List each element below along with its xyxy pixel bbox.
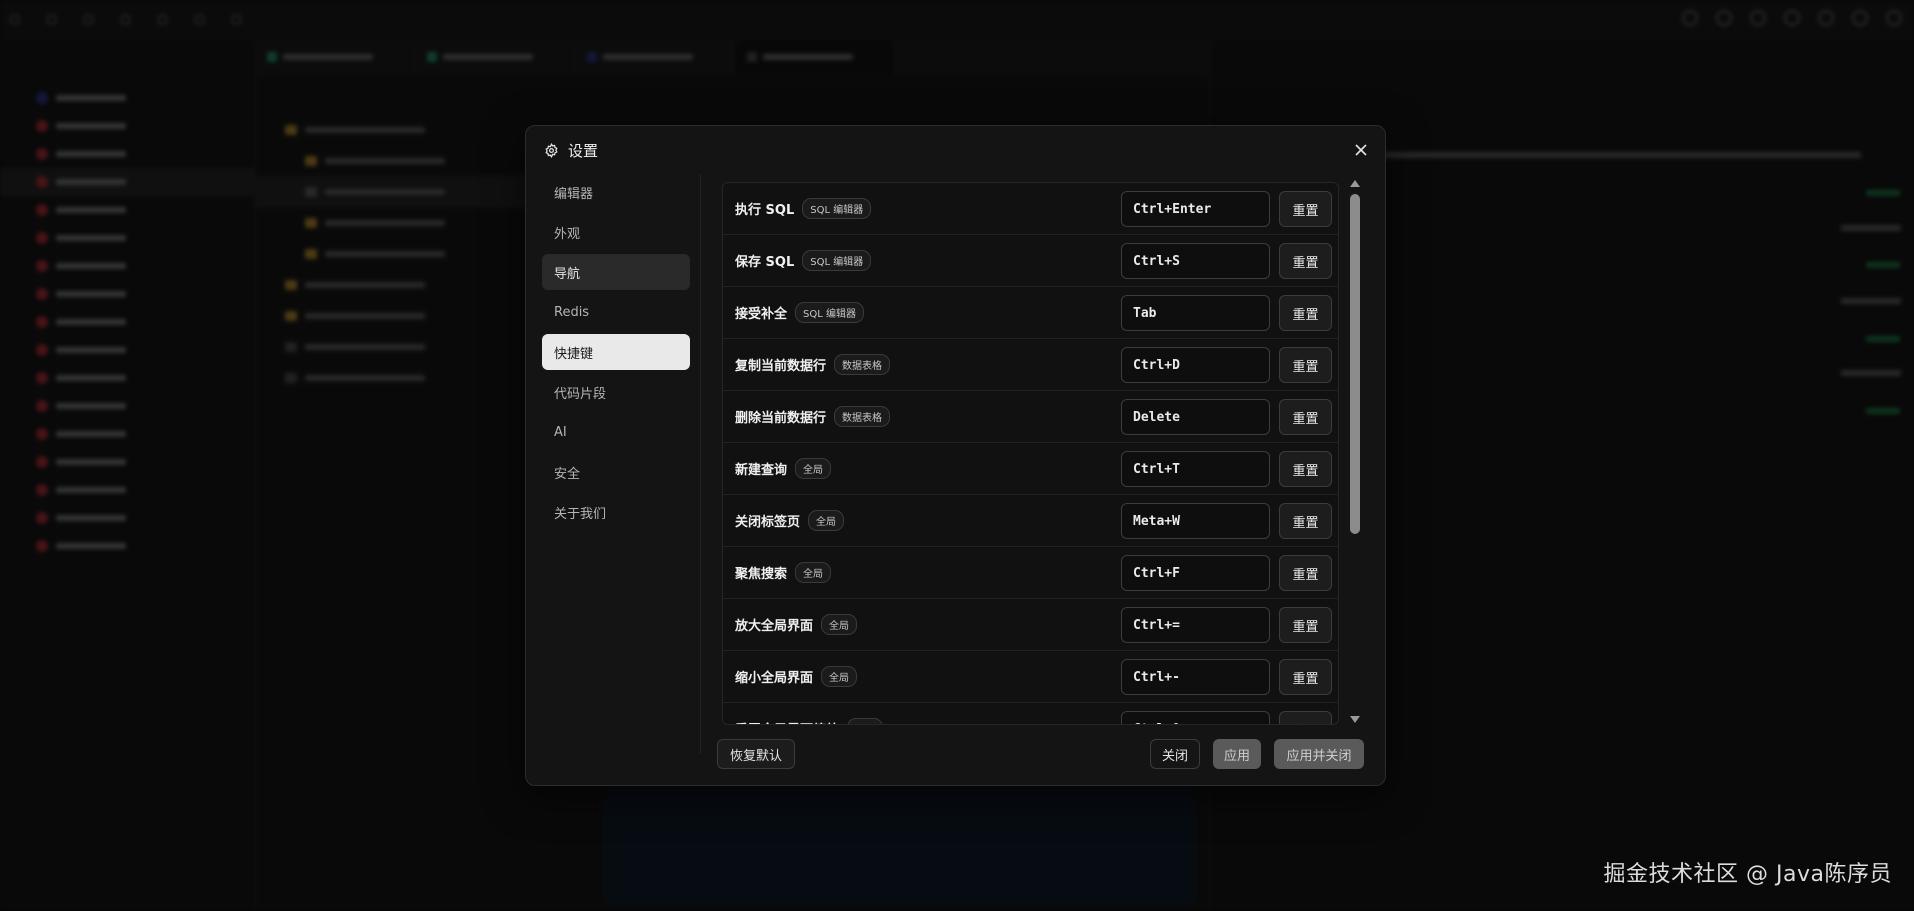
nav-item[interactable]: 外观 — [542, 214, 690, 250]
apply-and-close-button[interactable]: 应用并关闭 — [1274, 739, 1364, 769]
shortcut-key-input[interactable]: Tab — [1121, 295, 1270, 331]
reset-shortcut-button[interactable]: 重置 — [1279, 399, 1332, 435]
reset-shortcut-button[interactable]: 重置 — [1279, 451, 1332, 487]
apply-button[interactable]: 应用 — [1213, 739, 1261, 769]
reset-shortcut-button[interactable]: 重置 — [1279, 243, 1332, 279]
shortcut-key-input[interactable]: Ctrl+D — [1121, 347, 1270, 383]
shortcut-row: 接受补全 SQL 编辑器 Tab 重置 — [723, 287, 1338, 339]
shortcut-row: 聚焦搜索 全局 Ctrl+F 重置 — [723, 547, 1338, 599]
nav-item[interactable]: 导航 — [542, 254, 690, 290]
nav-item[interactable]: AI — [542, 414, 690, 450]
shortcut-row: 执行 SQL SQL 编辑器 Ctrl+Enter 重置 — [723, 183, 1338, 235]
scope-badge: 全局 — [795, 562, 832, 583]
gear-icon — [544, 142, 559, 158]
shortcut-key-input[interactable]: Meta+W — [1121, 503, 1270, 539]
nav-item[interactable]: 安全 — [542, 454, 690, 490]
nav-item[interactable]: Redis — [542, 294, 690, 330]
reset-shortcut-button[interactable]: 重置 — [1279, 347, 1332, 383]
reset-shortcut-button[interactable]: 重置 — [1279, 711, 1332, 724]
shortcut-row: 放大全局界面 全局 Ctrl+= 重置 — [723, 599, 1338, 651]
shortcut-list: 执行 SQL SQL 编辑器 Ctrl+Enter 重置 保存 SQL SQL 编辑器 Ct… — [722, 182, 1339, 725]
shortcut-name: 新建查询 — [735, 463, 788, 478]
restore-default-button[interactable]: 恢复默认 — [717, 739, 795, 769]
divider — [700, 174, 701, 754]
dialog-header: 设置 — [526, 126, 1385, 174]
shortcut-key-input[interactable]: Ctrl+Enter — [1121, 191, 1270, 227]
scope-badge: 数据表格 — [834, 406, 891, 427]
shortcut-key-input[interactable]: Ctrl+= — [1121, 607, 1270, 643]
reset-shortcut-button[interactable]: 重置 — [1279, 295, 1332, 331]
shortcut-row: 缩小全局界面 全局 Ctrl+- 重置 — [723, 651, 1338, 703]
shortcut-key-input[interactable]: Ctrl+F — [1121, 555, 1270, 591]
nav-item[interactable]: 快捷键 — [542, 334, 690, 370]
shortcut-row: 新建查询 全局 Ctrl+T 重置 — [723, 443, 1338, 495]
shortcut-key-input[interactable]: Ctrl+- — [1121, 659, 1270, 695]
shortcut-name: 重置全局界面缩放 — [735, 719, 839, 724]
scope-badge: SQL 编辑器 — [802, 198, 872, 219]
scope-badge: 全局 — [847, 718, 884, 724]
reset-shortcut-button[interactable]: 重置 — [1279, 607, 1332, 643]
close-icon — [1355, 141, 1367, 160]
close-button[interactable] — [1349, 138, 1373, 162]
nav-item[interactable]: 代码片段 — [542, 374, 690, 410]
shortcut-row: 关闭标签页 全局 Meta+W 重置 — [723, 495, 1338, 547]
shortcut-row: 保存 SQL SQL 编辑器 Ctrl+S 重置 — [723, 235, 1338, 287]
dialog-title: 设置 — [568, 141, 599, 160]
scope-badge: SQL 编辑器 — [795, 302, 864, 323]
reset-shortcut-button[interactable]: 重置 — [1279, 659, 1332, 695]
shortcut-row: 删除当前数据行 数据表格 Delete 重置 — [723, 391, 1338, 443]
shortcut-row: 复制当前数据行 数据表格 Ctrl+D 重置 — [723, 339, 1338, 391]
scroll-thumb[interactable] — [1350, 194, 1360, 534]
scope-badge: 全局 — [821, 614, 858, 635]
shortcut-name: 执行 SQL — [735, 203, 795, 218]
watermark: 掘金技术社区 @ Java陈序员 — [1603, 862, 1892, 887]
shortcut-name: 放大全局界面 — [735, 619, 814, 634]
scope-badge: 全局 — [821, 666, 858, 687]
reset-shortcut-button[interactable]: 重置 — [1279, 555, 1332, 591]
shortcut-key-input[interactable]: Ctrl+T — [1121, 451, 1270, 487]
reset-shortcut-button[interactable]: 重置 — [1279, 191, 1332, 227]
shortcut-key-input[interactable]: Delete — [1121, 399, 1270, 435]
nav-item[interactable]: 关于我们 — [542, 494, 690, 530]
scope-badge: 全局 — [795, 458, 832, 479]
shortcut-key-input[interactable]: Ctrl+0 — [1121, 711, 1270, 724]
shortcut-name: 接受补全 — [735, 307, 788, 322]
shortcut-name: 复制当前数据行 — [735, 359, 827, 374]
shortcut-name: 删除当前数据行 — [735, 411, 827, 426]
scroll-down-arrow-icon[interactable] — [1350, 716, 1360, 723]
scrollbar[interactable] — [1348, 178, 1362, 725]
reset-shortcut-button[interactable]: 重置 — [1279, 503, 1332, 539]
shortcut-name: 缩小全局界面 — [735, 671, 814, 686]
shortcut-key-input[interactable]: Ctrl+S — [1121, 243, 1270, 279]
settings-nav: 编辑器外观导航 Redis 快捷键代码片段 AI 安全关于我们 — [542, 174, 690, 694]
nav-item[interactable]: 编辑器 — [542, 174, 690, 210]
close-dialog-button[interactable]: 关闭 — [1150, 739, 1200, 769]
scroll-up-arrow-icon[interactable] — [1350, 180, 1360, 187]
scope-badge: 数据表格 — [834, 354, 891, 375]
scope-badge: SQL 编辑器 — [802, 250, 872, 271]
shortcut-row: 重置全局界面缩放 全局 Ctrl+0 重置 — [723, 703, 1338, 724]
scope-badge: 全局 — [808, 510, 845, 531]
settings-dialog: 设置 编辑器外观导航 Redis 快捷键代码片段 AI 安全关于我们 执行 SQL SQL… — [525, 125, 1386, 786]
shortcut-name: 聚焦搜索 — [735, 567, 788, 582]
shortcut-name: 保存 SQL — [735, 255, 795, 270]
shortcut-name: 关闭标签页 — [735, 515, 801, 530]
